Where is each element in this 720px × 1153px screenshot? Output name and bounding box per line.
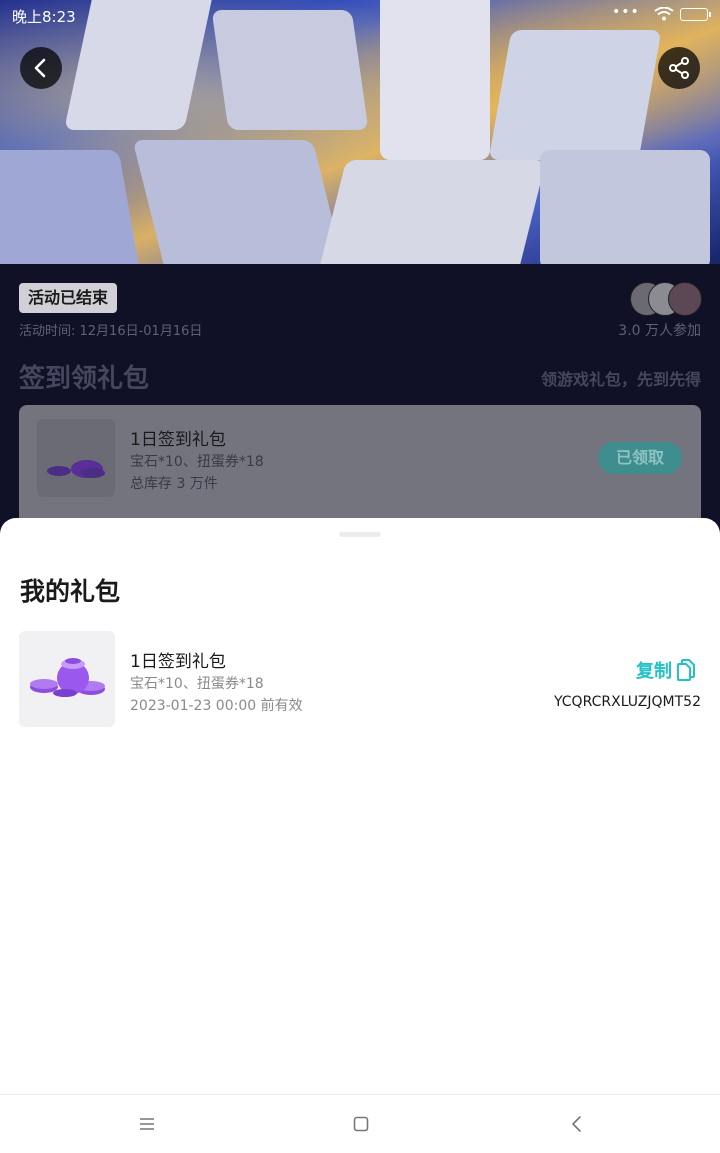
hero-banner: 晚上8:23 ••• (0, 0, 720, 264)
avatar (668, 282, 702, 316)
back-button[interactable] (20, 47, 62, 89)
section-slogan: 领游戏礼包，先到先得 (540, 370, 701, 389)
triangle-back-icon (572, 1116, 581, 1132)
activity-status-badge: 活动已结束 (19, 283, 118, 313)
nav-home-button[interactable] (348, 1111, 374, 1137)
my-gifts-sheet: 我的礼包 1日签到礼包 宝石*10、扭蛋券*18 2023-01-23 00:0… (0, 518, 720, 1152)
banner-shape (132, 140, 348, 264)
gift-name: 1日签到礼包 (130, 430, 226, 450)
gift-image (19, 631, 115, 727)
battery-icon (680, 8, 711, 21)
banner-shape (540, 150, 710, 264)
status-time: 晚上8:23 (12, 8, 76, 26)
sheet-drag-handle[interactable] (339, 532, 381, 537)
section-title: 签到领礼包 (19, 364, 150, 394)
system-nav-bar (0, 1094, 720, 1153)
copy-icon (677, 659, 695, 681)
my-gift-desc: 宝石*10、扭蛋券*18 (130, 676, 264, 692)
participant-count: 3.0 万人参加 (618, 323, 701, 339)
banner-shape (0, 150, 142, 264)
wifi-icon (654, 7, 674, 21)
nav-back-button[interactable] (563, 1111, 589, 1137)
banner-shape (64, 0, 216, 130)
my-gift-expiry: 2023-01-23 00:00 前有效 (130, 698, 303, 714)
gift-code: YCQRCRXLUZJQMT52 (554, 694, 701, 710)
gem-pile-icon (47, 460, 105, 478)
banner-shape (313, 160, 547, 264)
square-home-icon (353, 1116, 369, 1132)
share-button[interactable] (658, 47, 700, 89)
gift-desc: 宝石*10、扭蛋券*18 (130, 454, 264, 470)
banner-shape (211, 10, 369, 130)
menu-icon (140, 1118, 154, 1130)
banner-shape (380, 0, 490, 160)
copy-label: 复制 (636, 661, 672, 682)
nav-menu-button[interactable] (134, 1111, 160, 1137)
gift-image (37, 419, 115, 497)
chevron-left-icon (34, 58, 46, 78)
participant-avatars (630, 282, 702, 316)
gem-pile-icon (30, 658, 105, 697)
status-more-dots: ••• (612, 4, 640, 20)
banner-shape (488, 30, 662, 160)
gift-stock: 总库存 3 万件 (130, 476, 218, 492)
claimed-button[interactable]: 已领取 (598, 442, 682, 474)
activity-time: 活动时间: 12月16日-01月16日 (19, 324, 203, 339)
my-gift-name: 1日签到礼包 (130, 652, 226, 672)
share-icon (669, 57, 689, 79)
sheet-title: 我的礼包 (20, 577, 121, 606)
copy-code-button[interactable]: 复制 (636, 657, 696, 683)
